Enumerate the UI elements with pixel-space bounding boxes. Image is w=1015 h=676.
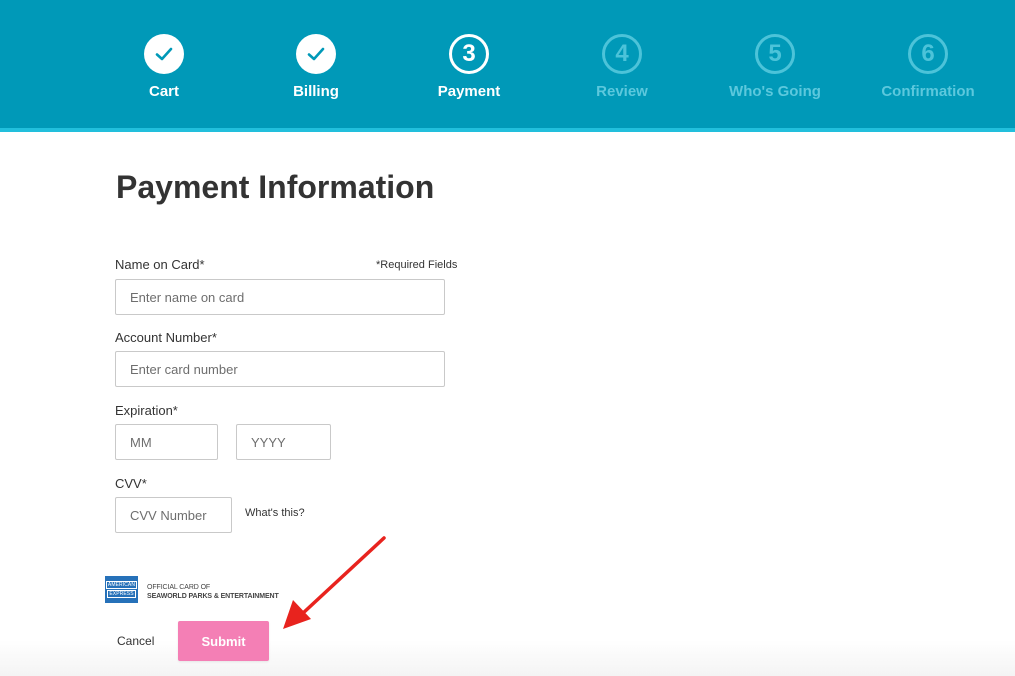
step-payment-label: Payment bbox=[437, 83, 501, 100]
page-title: Payment Information bbox=[116, 169, 435, 205]
step-billing-check-icon bbox=[296, 34, 336, 74]
step-review: 4 Review bbox=[542, 34, 702, 101]
whats-this-link[interactable]: What's this? bbox=[245, 507, 305, 519]
step-cart-check-icon bbox=[144, 34, 184, 74]
cancel-button[interactable]: Cancel bbox=[117, 634, 154, 648]
step-review-label: Review bbox=[596, 83, 648, 100]
official-card-line2: SEAWORLD PARKS & ENTERTAINMENT bbox=[147, 593, 279, 600]
step-confirmation-number: 6 bbox=[908, 34, 948, 74]
official-card-line1: OFFICIAL CARD OF bbox=[147, 584, 211, 591]
step-billing-label: Billing bbox=[293, 83, 339, 100]
official-card-text: OFFICIAL CARD OF SEAWORLD PARKS & ENTERT… bbox=[147, 583, 279, 601]
amex-logo: AMERICAN EXPRESS bbox=[105, 576, 138, 603]
submit-button[interactable]: Submit bbox=[178, 621, 269, 661]
step-payment-number: 3 bbox=[449, 34, 489, 74]
required-fields-note: *Required Fields bbox=[376, 259, 458, 271]
step-cart: Cart bbox=[84, 34, 244, 101]
account-number-input[interactable] bbox=[115, 351, 445, 387]
cvv-input[interactable] bbox=[115, 497, 232, 533]
name-on-card-input[interactable] bbox=[115, 279, 445, 315]
step-cart-label: Cart bbox=[148, 83, 179, 100]
amex-logo-line1: AMERICAN bbox=[105, 581, 138, 589]
account-number-label: Account Number* bbox=[115, 330, 217, 345]
step-confirmation: 6 Confirmation bbox=[848, 34, 1008, 101]
expiration-year-input[interactable] bbox=[236, 424, 331, 460]
step-whos-going-label: Who's Going bbox=[729, 83, 821, 100]
expiration-month-input[interactable] bbox=[115, 424, 218, 460]
step-whos-going-number: 5 bbox=[755, 34, 795, 74]
cvv-label: CVV* bbox=[115, 476, 147, 491]
step-review-number: 4 bbox=[602, 34, 642, 74]
expiration-label: Expiration* bbox=[115, 403, 178, 418]
amex-logo-line2: EXPRESS bbox=[107, 590, 136, 598]
step-payment: 3 Payment bbox=[389, 34, 549, 101]
checkout-progress-header: Cart Billing 3 Payment 4 Review 5 Who's … bbox=[0, 0, 1015, 132]
step-confirmation-label: Confirmation bbox=[881, 83, 975, 100]
step-whos-going: 5 Who's Going bbox=[695, 34, 855, 101]
name-on-card-label: Name on Card* bbox=[115, 257, 205, 272]
step-billing: Billing bbox=[236, 34, 396, 101]
